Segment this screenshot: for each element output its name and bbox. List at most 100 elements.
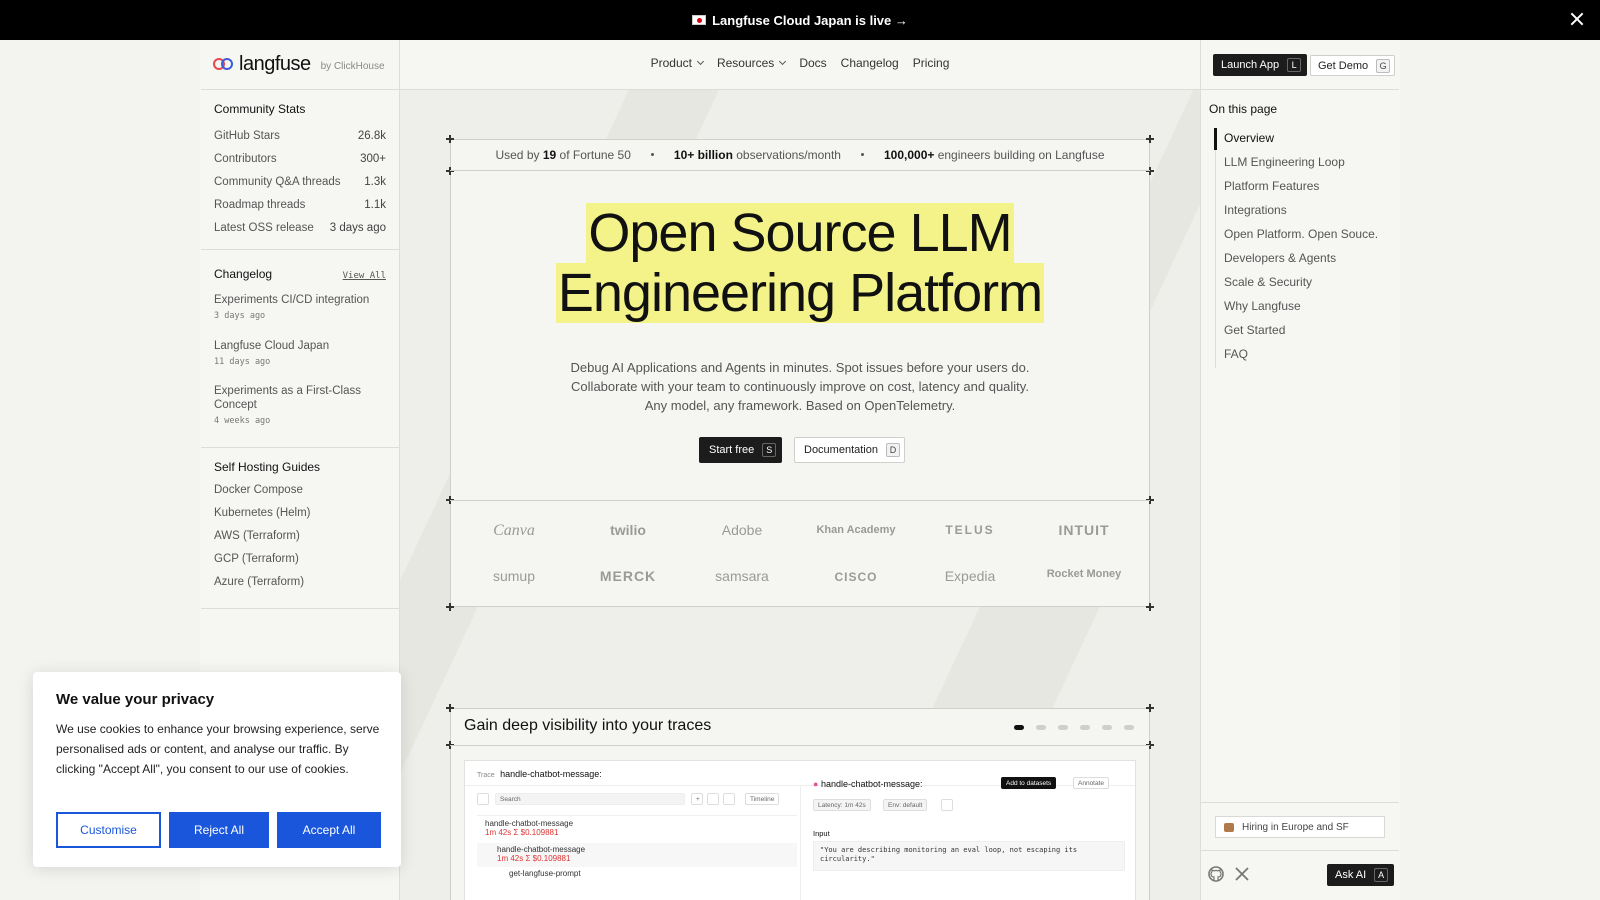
reject-all-button[interactable]: Reject All xyxy=(169,812,269,848)
toc-scale-security[interactable]: Scale & Security xyxy=(1224,275,1312,289)
toc-integrations[interactable]: Integrations xyxy=(1224,203,1287,217)
carousel-dot[interactable] xyxy=(1102,725,1112,730)
kbd-shortcut: A xyxy=(1374,868,1389,882)
cookie-body: We use cookies to enhance your browsing … xyxy=(56,722,380,776)
customise-button[interactable]: Customise xyxy=(56,812,161,848)
announcement-text[interactable]: Langfuse Cloud Japan is live → xyxy=(712,13,908,28)
brand-by: by ClickHouse xyxy=(320,60,385,72)
changelog-item[interactable]: Experiments as a First-Class Concept 4 we… xyxy=(214,384,386,426)
toc-llm-engineering-loop[interactable]: LLM Engineering Loop xyxy=(1224,155,1345,169)
stat-contributors[interactable]: Contributors 300+ xyxy=(214,153,386,165)
nav-changelog[interactable]: Changelog xyxy=(841,56,899,70)
cat-icon xyxy=(1224,822,1234,832)
logo-sumup: sumup xyxy=(492,568,536,584)
stat-engineers: 100,000+ engineers building on Langfuse xyxy=(883,147,1105,162)
logo-expedia: Expedia xyxy=(944,568,996,584)
toc-faq[interactable]: FAQ xyxy=(1224,347,1248,361)
toc-developers-agents[interactable]: Developers & Agents xyxy=(1224,251,1336,265)
guide-gcp[interactable]: GCP (Terraform) xyxy=(214,553,299,565)
stat-roadmap-threads[interactable]: Roadmap threads 1.1k xyxy=(214,199,386,211)
logo-twilio: twilio xyxy=(610,522,646,538)
download-icon[interactable] xyxy=(723,793,735,805)
self-hosting-section: Self Hosting Guides Docker Compose Kuber… xyxy=(201,449,399,609)
plus-icon[interactable]: + xyxy=(691,793,703,805)
langfuse-logo-icon xyxy=(213,56,235,72)
japan-flag-icon xyxy=(692,15,707,25)
carousel-dot[interactable] xyxy=(1036,725,1046,730)
get-demo-button[interactable]: Get Demo G xyxy=(1310,55,1396,76)
cookie-title: We value your privacy xyxy=(56,691,215,708)
guide-azure[interactable]: Azure (Terraform) xyxy=(214,576,304,588)
launch-app-button[interactable]: Launch App L xyxy=(1213,54,1308,76)
nav-product[interactable]: Product xyxy=(651,56,704,70)
community-stats-title: Community Stats xyxy=(214,102,306,116)
hero-title: Open Source LLM Engineering Platform xyxy=(555,203,1045,323)
toc-rail xyxy=(1215,128,1216,368)
kbd-shortcut: G xyxy=(1376,58,1391,73)
toc-get-started[interactable]: Get Started xyxy=(1224,323,1285,337)
documentation-button[interactable]: Documentation D xyxy=(794,437,905,463)
input-content: "You are describing monitoring an eval l… xyxy=(813,841,1125,871)
stat-latest-release[interactable]: Latest OSS release 3 days ago xyxy=(214,222,386,234)
cookie-consent-dialog: We value your privacy We use cookies to … xyxy=(33,672,401,867)
ask-ai-button[interactable]: Ask AI A xyxy=(1327,864,1395,886)
trace-section-title: Gain deep visibility into your traces xyxy=(464,717,712,734)
stat-github-stars[interactable]: GitHub Stars 26.8k xyxy=(214,130,386,142)
logo-cisco: CISCO xyxy=(834,570,878,584)
logo-telus: TELUS xyxy=(945,523,995,537)
langfuse-logo[interactable]: langfuse by ClickHouse xyxy=(213,52,385,76)
guide-aws[interactable]: AWS (Terraform) xyxy=(214,530,300,542)
logo-adobe: Adobe xyxy=(721,522,763,538)
toc-platform-features[interactable]: Platform Features xyxy=(1224,179,1319,193)
close-icon[interactable] xyxy=(1568,10,1586,28)
carousel-dot[interactable] xyxy=(1080,725,1090,730)
toc-overview[interactable]: Overview xyxy=(1224,131,1274,145)
accept-all-button[interactable]: Accept All xyxy=(277,812,381,848)
latency-badge: Latency: 1m 42s xyxy=(813,799,871,811)
detail-panel-title: ● handle-chatbot-message: xyxy=(813,779,923,789)
corner-mark xyxy=(1146,603,1154,611)
toc-title: On this page xyxy=(1209,102,1278,116)
x-twitter-icon[interactable] xyxy=(1234,866,1250,882)
hero-subtitle: Debug AI Applications and Agents in minu… xyxy=(570,360,1030,413)
trace-screenshot: Trace handle-chatbot-message: Search + T… xyxy=(464,760,1136,900)
logo-canva: Canva xyxy=(493,522,535,539)
tree-node[interactable]: handle-chatbot-message 1m 42s Σ $0.10988… xyxy=(485,819,573,837)
toc-open-platform[interactable]: Open Platform. Open Souce. xyxy=(1224,227,1378,241)
hiring-banner[interactable]: Hiring in Europe and SF xyxy=(1215,816,1385,838)
carousel-dot[interactable] xyxy=(1058,725,1068,730)
view-all-link[interactable]: View All xyxy=(343,271,386,281)
changelog-item[interactable]: Langfuse Cloud Japan 11 days ago xyxy=(214,339,386,367)
nav-resources[interactable]: Resources xyxy=(717,56,787,70)
annotate-button[interactable]: Annotate xyxy=(1073,777,1110,789)
trace-search-input[interactable]: Search xyxy=(495,793,685,805)
logo-rocket-money: Rocket Money xyxy=(1046,568,1122,580)
self-hosting-title: Self Hosting Guides xyxy=(214,460,321,474)
nav-docs[interactable]: Docs xyxy=(799,56,826,70)
toc-why-langfuse[interactable]: Why Langfuse xyxy=(1224,299,1301,313)
main-nav: Product Resources Docs Changelog Pricing xyxy=(400,56,1200,70)
community-stats-section: Community Stats GitHub Stars 26.8k Contri… xyxy=(201,90,399,250)
announcement-bar[interactable]: Langfuse Cloud Japan is live → xyxy=(0,0,1600,40)
stat-qa-threads[interactable]: Community Q&A threads 1.3k xyxy=(214,176,386,188)
guide-docker-compose[interactable]: Docker Compose xyxy=(214,484,303,496)
github-icon[interactable] xyxy=(1208,866,1224,882)
panel-toggle-icon[interactable] xyxy=(477,793,489,805)
timeline-button[interactable]: Timeline xyxy=(745,793,780,805)
filter-icon[interactable] xyxy=(707,793,719,805)
nav-pricing[interactable]: Pricing xyxy=(913,56,950,70)
guide-kubernetes[interactable]: Kubernetes (Helm) xyxy=(214,507,311,519)
carousel-dot[interactable] xyxy=(1124,725,1134,730)
tree-node[interactable]: handle-chatbot-message 1m 42s Σ $0.10988… xyxy=(497,845,585,863)
carousel-dot[interactable] xyxy=(1014,725,1024,730)
logo-intuit: INTUIT xyxy=(1058,522,1110,538)
brand-name: langfuse xyxy=(239,52,311,75)
changelog-item[interactable]: Experiments CI/CD integration 3 days ago xyxy=(214,293,386,321)
toc-active-indicator xyxy=(1214,128,1217,150)
tree-node[interactable]: get-langfuse-prompt xyxy=(509,869,581,878)
logo-samsara: samsara xyxy=(715,568,769,584)
info-icon[interactable] xyxy=(941,799,953,811)
start-free-button[interactable]: Start free S xyxy=(699,437,783,463)
trace-divider xyxy=(450,745,1150,746)
add-to-datasets-button[interactable]: Add to datasets xyxy=(1001,777,1057,789)
